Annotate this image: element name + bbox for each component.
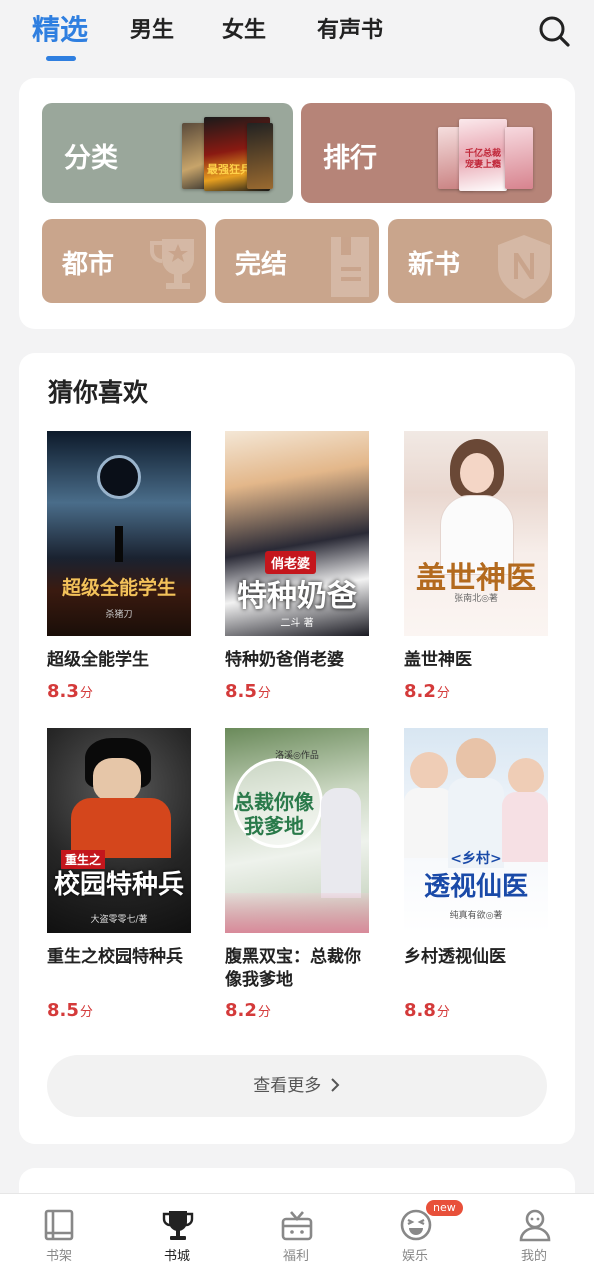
trophy-icon (150, 239, 194, 289)
tab-male[interactable]: 男生 (130, 12, 174, 44)
cover-author: 纯真有欲◎著 (449, 911, 503, 921)
category-tile-completed[interactable]: 完结 (215, 219, 379, 303)
category-label: 排行 (323, 143, 377, 174)
book-cover: <乡村> 透视仙医 纯真有欲◎著 (404, 728, 548, 933)
category-label: 新书 (408, 250, 461, 280)
bookshelf-icon (44, 1209, 74, 1241)
tab-audiobook[interactable]: 有声书 (317, 12, 383, 44)
book-score: 8.5分 (47, 1000, 93, 1021)
category-label: 都市 (62, 250, 115, 280)
nav-label: 书城 (163, 1249, 190, 1264)
document-icon (331, 237, 369, 297)
cover-author: 二斗 著 (280, 618, 314, 629)
nav-label: 书架 (45, 1249, 72, 1264)
gift-icon (281, 1211, 313, 1241)
bottom-nav-bar: 书架 书城 福利 new 娱乐 我的 (0, 1193, 594, 1280)
nav-item-welfare[interactable]: 福利 (237, 1194, 355, 1280)
search-icon[interactable] (537, 14, 571, 48)
book-cover-thumb (505, 127, 533, 189)
book-cover: 洛溪◎作品 总裁你像我爹地 (225, 728, 369, 933)
cover-title: 校园特种兵 (53, 870, 184, 900)
cover-author: 洛溪◎作品 (275, 751, 319, 761)
category-tile-city[interactable]: 都市 (42, 219, 206, 303)
cover-title: 特种奶爸 (237, 579, 357, 614)
section-title: 猜你喜欢 (48, 378, 149, 407)
book-title: 重生之校园特种兵 (47, 947, 183, 967)
nav-item-profile[interactable]: 我的 (475, 1194, 593, 1280)
nav-item-bookstore[interactable]: 书城 (118, 1194, 236, 1280)
nav-label: 娱乐 (401, 1249, 428, 1264)
nav-label: 福利 (282, 1249, 309, 1264)
trophy-icon (162, 1211, 194, 1240)
book-cover-thumb: 千亿总裁 宠妻上瘾 (459, 119, 507, 191)
cover-author: 杀猪刀 (105, 610, 133, 620)
nav-label: 我的 (520, 1249, 547, 1264)
user-icon (519, 1209, 551, 1242)
cover-title: 透视仙医 (423, 872, 528, 902)
book-score: 8.5分 (225, 681, 271, 702)
category-label: 分类 (64, 143, 118, 174)
category-tile-classify[interactable]: 分类 最强狂兵 (42, 103, 293, 203)
view-more-label: 查看更多 (253, 1076, 322, 1096)
cover-author: 张南北◎著 (454, 594, 498, 604)
cover-author: 大盗零零七/著 (90, 915, 148, 925)
cover-title: 千亿总裁 宠妻上瘾 (464, 149, 501, 170)
top-tab-bar: 精选 男生 女生 有声书 (0, 0, 594, 78)
chevron-right-icon (330, 1078, 340, 1092)
cover-title: 最强狂兵 (207, 163, 251, 176)
book-title: 盖世神医 (404, 650, 472, 670)
book-title: 腹黑双宝：总裁你像我爹地 (225, 947, 361, 990)
cover-title: 超级全能学生 (61, 577, 176, 599)
category-card: 分类 最强狂兵 排行 千亿总裁 宠妻上瘾 都市 完结 新书 (19, 78, 575, 329)
tab-featured[interactable]: 精选 (32, 8, 88, 48)
category-tile-ranking[interactable]: 排行 千亿总裁 宠妻上瘾 (301, 103, 552, 203)
book-score: 8.8分 (404, 1000, 450, 1021)
category-tile-new-books[interactable]: 新书 (388, 219, 552, 303)
book-title: 特种奶爸俏老婆 (225, 650, 344, 670)
tab-female[interactable]: 女生 (222, 12, 266, 44)
view-more-button[interactable]: 查看更多 (47, 1055, 547, 1117)
book-title: 超级全能学生 (47, 650, 149, 670)
book-cover: 俏老婆 特种奶爸 二斗 著 (225, 431, 369, 636)
nav-item-entertainment[interactable]: new 娱乐 (356, 1194, 474, 1280)
book-cover: 盖世神医 张南北◎著 (404, 431, 548, 636)
book-title: 乡村透视仙医 (404, 947, 506, 967)
active-tab-indicator (46, 56, 76, 61)
recommend-card: 猜你喜欢 超级全能学生 杀猪刀 超级全能学生 8.3分 俏老婆 特种奶爸 二斗 … (19, 353, 575, 1144)
book-score: 8.3分 (47, 681, 93, 702)
cover-title: 总裁你像我爹地 (234, 790, 314, 838)
book-score: 8.2分 (404, 681, 450, 702)
new-shield-icon (498, 235, 550, 299)
book-score: 8.2分 (225, 1000, 271, 1021)
book-cover-thumb (247, 123, 273, 189)
book-cover: 超级全能学生 杀猪刀 (47, 431, 191, 636)
nav-item-bookshelf[interactable]: 书架 (0, 1194, 118, 1280)
category-label: 完结 (235, 250, 288, 280)
new-badge: new (426, 1200, 463, 1216)
book-cover: 重生之 校园特种兵 大盗零零七/著 (47, 728, 191, 933)
